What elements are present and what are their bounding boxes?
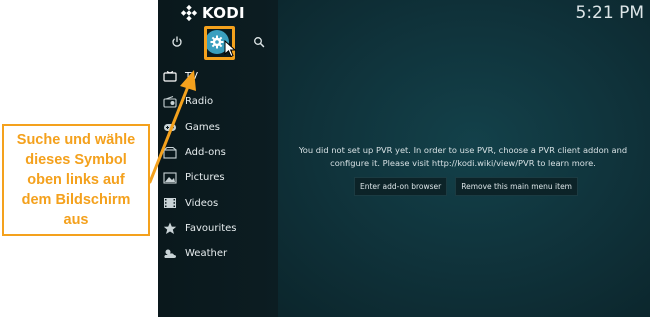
search-icon[interactable] xyxy=(249,32,269,52)
pictures-icon xyxy=(163,171,177,185)
menu-item-radio[interactable]: Radio xyxy=(158,89,278,114)
kodi-window: KODI TV Radio Games Add-ons Pictures Vid… xyxy=(158,0,650,317)
pvr-message: You did not set up PVR yet. In order to … xyxy=(298,145,628,168)
menu-item-label: Weather xyxy=(185,248,228,260)
action-buttons: Enter add-on browser Remove this main me… xyxy=(354,177,578,196)
menu-item-label: TV xyxy=(185,71,198,83)
weather-icon xyxy=(163,247,177,261)
menu-item-label: Pictures xyxy=(185,172,225,184)
menu-item-label: Favourites xyxy=(185,222,237,234)
remove-menu-item-button[interactable]: Remove this main menu item xyxy=(455,177,578,196)
menu-item-pictures[interactable]: Pictures xyxy=(158,165,278,190)
sidebar: KODI TV Radio Games Add-ons Pictures Vid… xyxy=(158,0,278,317)
kodi-logo: KODI xyxy=(180,4,245,22)
menu-item-tv[interactable]: TV xyxy=(158,64,278,89)
menu-item-favourites[interactable]: Favourites xyxy=(158,216,278,241)
power-icon[interactable] xyxy=(167,32,187,52)
star-icon xyxy=(163,221,177,235)
menu-item-weather[interactable]: Weather xyxy=(158,241,278,266)
kodi-logo-icon xyxy=(180,4,198,22)
instruction-text: Suche und wähle dieses Symbol oben links… xyxy=(16,132,136,228)
gamepad-icon xyxy=(163,120,177,134)
menu-item-label: Games xyxy=(185,121,220,133)
tv-icon xyxy=(163,70,177,84)
videos-icon xyxy=(163,196,177,210)
enter-addon-browser-button[interactable]: Enter add-on browser xyxy=(354,177,448,196)
main-menu: TV Radio Games Add-ons Pictures Videos F… xyxy=(158,64,278,266)
addons-icon xyxy=(163,146,177,160)
instruction-callout: Suche und wähle dieses Symbol oben links… xyxy=(2,124,150,236)
app-title: KODI xyxy=(202,4,245,22)
menu-item-videos[interactable]: Videos xyxy=(158,190,278,215)
menu-item-addons[interactable]: Add-ons xyxy=(158,140,278,165)
menu-item-label: Videos xyxy=(185,197,219,209)
radio-icon xyxy=(163,95,177,109)
mouse-cursor-icon xyxy=(224,40,237,58)
menu-item-label: Radio xyxy=(185,96,214,108)
menu-item-games[interactable]: Games xyxy=(158,115,278,140)
clock: 5:21 PM xyxy=(575,3,645,23)
menu-item-label: Add-ons xyxy=(185,147,226,159)
